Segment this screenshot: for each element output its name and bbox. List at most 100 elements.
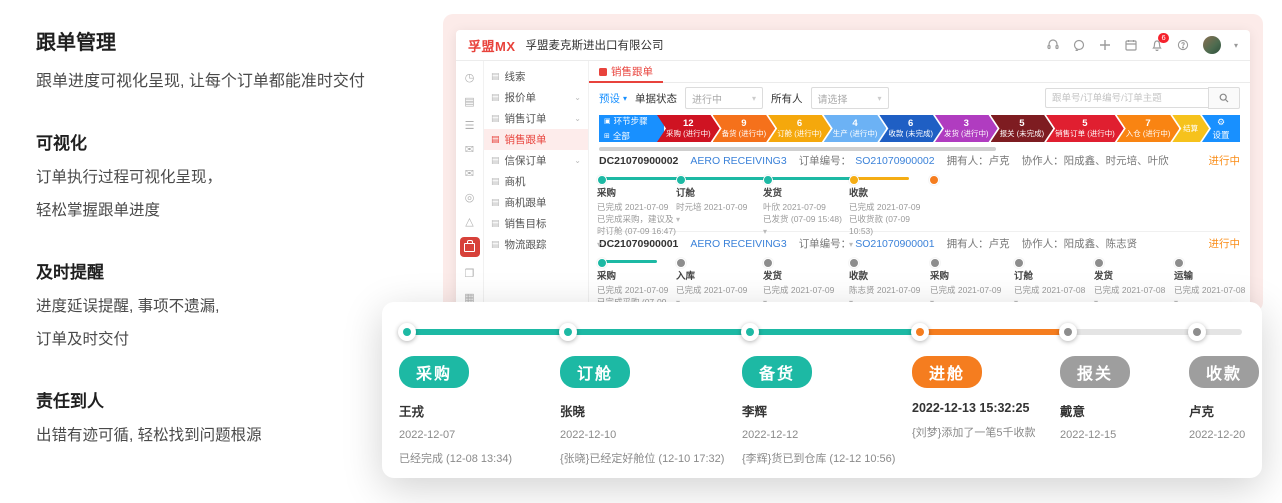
preset-label: 预设 [599,91,620,106]
document-icon: ▤ [491,113,500,124]
customer-link[interactable]: AERO RECEIVING3 [690,238,786,250]
expand-caret-icon[interactable]: ▾ [597,239,681,251]
sidebar-item-0[interactable]: ▤线索 [484,66,588,87]
search-button[interactable] [1208,87,1240,109]
page-subtitle: 跟单进度可视化呈现, 让每个订单都能准时交付 [36,67,426,91]
stage-count: 7 [1145,118,1150,129]
search-input[interactable] [1045,88,1208,108]
order-row: DC21070900002AERO RECEIVING3订单编号：SO21070… [599,149,1240,231]
sidebar-item-6[interactable]: ▤商机跟单 [484,192,588,213]
customer-link[interactable]: AERO RECEIVING3 [690,155,786,167]
preset-dropdown[interactable]: 预设 ▾ [599,91,627,106]
document-icon: ▤ [491,92,500,103]
chevron-down-icon: ▾ [752,94,756,103]
add-icon[interactable] [1099,39,1112,52]
chevron-down-icon[interactable]: ▾ [1234,41,1238,50]
stage-label: 入仓 (进行中) [1126,129,1171,139]
step-label: 采购 [930,270,1014,284]
stage-label: 备货 (进行中) [722,129,767,139]
avatar[interactable] [1203,36,1221,54]
overlay-step: 备货李辉2022-12-12{李辉}货已到仓库 (12-12 10:56) [742,356,912,466]
stage-all-label: 全部 [613,130,630,142]
overlay-step-line2: 2022-12-10 [560,429,730,441]
stage-chevron-4[interactable]: 6收款 (未完成) [879,115,942,142]
timeline-overlay-card: 采购王戎2022-12-07已经完成 (12-08 13:34)订舱张晓2022… [382,302,1262,478]
sidebar-item-3[interactable]: ▤销售跟单 [484,129,588,150]
overlay-segment [924,329,1064,335]
timeline-step: 采购已完成 2021-07-09已完成采购，建议及时订舱 (07-09 16:4… [597,187,681,250]
sidebar-item-5[interactable]: ▤商机 [484,171,588,192]
overlay-segment [754,329,916,335]
stage-chevron-3[interactable]: 4生产 (进行中) [824,115,887,142]
contact-icon[interactable]: ▤ [462,93,478,109]
chevron-down-icon: ▾ [623,94,627,103]
stage-pill: 采购 [399,356,469,388]
timeline-segment [601,260,657,263]
sidebar-item-7[interactable]: ▤销售目标 [484,213,588,234]
sidebar-item-label: 物流跟踪 [505,237,547,252]
support-icon[interactable] [1047,39,1060,52]
scrollbar-thumb[interactable] [599,147,996,151]
stage-chevron-1[interactable]: 9备货 (进行中) [713,115,776,142]
step-label: 发货 [763,270,847,284]
sidebar-item-8[interactable]: ▤物流跟踪 [484,234,588,255]
intro-section: 可视化订单执行过程可视化呈现，轻松掌握跟单进度 [36,129,426,220]
intro-section-title: 可视化 [36,129,426,154]
sidebar-item-2[interactable]: ▤销售订单⌄ [484,108,588,129]
step-line1: 时元培 2021-07-09 [676,201,760,213]
stage-chevron-8[interactable]: 7入仓 (进行中) [1117,115,1180,142]
notification-icon[interactable]: 6 [1151,39,1164,52]
document-icon: ▤ [491,218,500,229]
overlay-step-line1: 王戎 [399,401,569,420]
step-line2: 已收货款 (07-09 10:53) [849,213,933,238]
message-icon[interactable] [1073,39,1086,52]
stage-label: 收款 (未完成) [888,129,933,139]
step-label: 入库 [676,270,760,284]
stage-chevron-7[interactable]: 5销售订单 (进行中) [1046,115,1124,142]
overlay-node [398,323,416,341]
order-status-badge: 进行中 [1209,236,1241,251]
expand-caret-icon[interactable]: ▾ [763,226,847,238]
overlay-step-line1: 李辉 [742,401,912,420]
org-icon[interactable]: ☰ [462,117,478,133]
step-label: 收款 [849,270,933,284]
expand-caret-icon[interactable]: ▾ [676,214,760,226]
status-select[interactable]: 进行中 ▾ [685,87,763,109]
mail-icon[interactable]: ✉ [462,141,478,157]
stage-chevron-5[interactable]: 3发货 (进行中) [935,115,998,142]
timeline-segment [853,177,909,180]
order-no-label: 订单编号： [799,236,852,251]
sidebar-item-4[interactable]: ▤信保订单⌄ [484,150,588,171]
stage-chevron-0[interactable]: 12采购 (进行中) [657,115,720,142]
overlay-step-line3: 已经完成 (12-08 13:34) [399,450,569,466]
inbox-icon[interactable]: ✉ [462,165,478,181]
stage-all-block[interactable]: ▣环节步骤⊞全部 [599,115,664,142]
calendar-icon[interactable] [1125,39,1138,52]
timeline-segment [767,177,851,180]
checkbox-icon: ⊞ [604,132,610,140]
sidebar-item-1[interactable]: ▤报价单⌄ [484,87,588,108]
timeline-node [929,175,939,185]
compass-icon[interactable]: ◎ [462,189,478,205]
stage-chevron-2[interactable]: 6订舱 (进行中) [768,115,831,142]
cloud-icon[interactable]: △ [462,213,478,229]
owner-label: 拥有人：卢克 [947,153,1010,168]
tab-sales-tracking[interactable]: 销售跟单 [589,61,663,82]
sidebar-menu: ▤线索▤报价单⌄▤销售订单⌄▤销售跟单▤信保订单⌄▤商机▤商机跟单▤销售目标▤物… [484,61,589,312]
overlay-step: 收款卢克2022-12-20 [1189,356,1282,441]
overlay-step-line1: 卢克 [1189,401,1282,420]
clock-icon[interactable]: ◷ [462,69,478,85]
order-no-link[interactable]: SO21070900002 [855,155,934,167]
help-icon[interactable] [1177,39,1190,52]
briefcase-icon[interactable] [460,237,480,257]
overlay-step: 进舱2022-12-13 15:32:25{刘梦}添加了一笔5千收款 [912,356,1082,440]
stage-label: 订舱 (进行中) [777,129,822,139]
timeline-segment [601,177,678,180]
stage-chevron-6[interactable]: 5报关 (未完成) [991,115,1054,142]
owner-select[interactable]: 请选择 ▾ [811,87,889,109]
app-logo: 孚盟MX [468,36,516,55]
intro-section-line: 订单及时交付 [36,327,426,349]
timeline-node [763,258,773,268]
copy-icon[interactable]: ❐ [462,265,478,281]
expand-caret-icon[interactable]: ▾ [849,239,933,251]
